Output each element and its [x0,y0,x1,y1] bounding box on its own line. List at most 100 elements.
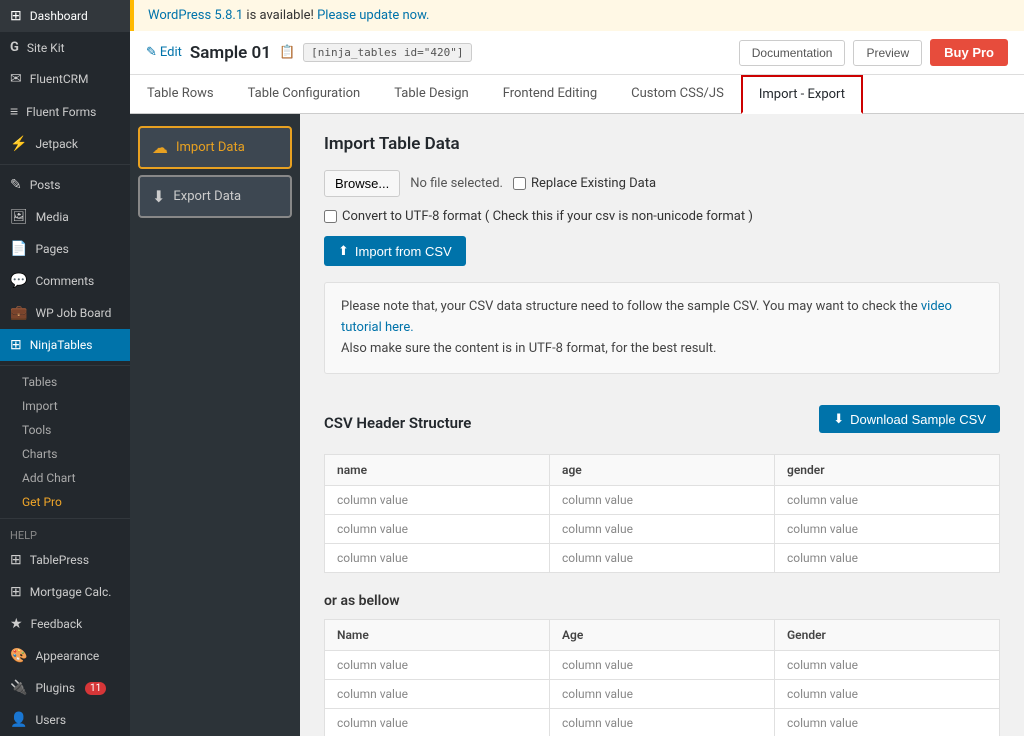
import-from-csv-button[interactable]: ⬆ Import from CSV [324,236,466,266]
tab-table-design[interactable]: Table Design [377,75,485,114]
import-cloud-icon: ☁ [152,138,168,157]
sidebar-item-posts[interactable]: ✎ Posts [0,169,130,201]
sidebar-item-media[interactable]: 🖼 Media [0,201,130,233]
download-sample-csv-button[interactable]: ⬇ Download Sample CSV [819,405,1000,433]
dashboard-icon: ⊞ [10,8,22,24]
sidebar-item-tablepress[interactable]: ⊞ TablePress [0,544,130,576]
import-data-button[interactable]: ☁ Import Data [138,126,292,169]
side-panel: ☁ Import Data ⬇ Export Data [130,114,300,736]
sidebar-item-plugins[interactable]: 🔌 Plugins 11 [0,672,130,704]
edit-pencil-icon: ✎ [146,45,157,60]
documentation-button[interactable]: Documentation [739,40,846,66]
sidebar-item-sitekit[interactable]: G Site Kit [0,32,130,63]
edit-link[interactable]: ✎ Edit [146,45,182,60]
wordpress-version-link[interactable]: WordPress 5.8.1 [148,8,243,23]
sidebar-item-ninjatables[interactable]: ⊞ NinjaTables [0,329,130,361]
sidebar-sub-tables[interactable]: Tables [0,370,130,394]
copy-icon: 📋 [279,45,295,60]
preview-button[interactable]: Preview [853,40,922,66]
sidebar-item-jetpack[interactable]: ⚡ Jetpack [0,128,130,160]
appearance-icon: 🎨 [10,648,27,664]
posts-icon: ✎ [10,177,22,193]
users-icon: 👤 [10,712,27,728]
sidebar-item-fluentcrm[interactable]: ✉ FluentCRM [0,63,130,95]
sitekit-icon: G [10,40,19,55]
replace-existing-checkbox[interactable] [513,177,526,190]
table-cell: column value [550,680,775,709]
table-cell: column value [550,709,775,736]
sidebar-sub-import[interactable]: Import [0,394,130,418]
tab-custom-css-js[interactable]: Custom CSS/JS [614,75,741,114]
or-as-bellow-label: or as bellow [324,593,1000,609]
top-bar: ✎ Edit Sample 01 📋 [ninja_tables id="420… [130,31,1024,75]
table1-header-name: name [325,455,550,486]
sidebar-item-appearance[interactable]: 🎨 Appearance [0,640,130,672]
sidebar: ⊞ Dashboard G Site Kit ✉ FluentCRM ≡ Flu… [0,0,130,736]
csv-table-1: name age gender column valuecolumn value… [324,454,1000,573]
sidebar-item-pages[interactable]: 📄 Pages [0,233,130,265]
sidebar-sub-addchart[interactable]: Add Chart [0,466,130,490]
table-cell: column value [325,544,550,573]
table-cell: column value [775,486,1000,515]
main-content: WordPress 5.8.1 is available! Please upd… [130,0,1024,736]
upload-icon: ⬆ [338,243,349,259]
replace-existing-label[interactable]: Replace Existing Data [513,176,656,191]
plugins-badge: 11 [85,682,106,695]
table2-header-gender: Gender [775,620,1000,651]
sidebar-item-users[interactable]: 👤 Users [0,704,130,736]
table2-header-age: Age [550,620,775,651]
table-cell: column value [325,709,550,736]
csv-header-title: CSV Header Structure [324,414,471,432]
tab-frontend-editing[interactable]: Frontend Editing [486,75,614,114]
sidebar-item-dashboard[interactable]: ⊞ Dashboard [0,0,130,32]
sidebar-item-wpjobboard[interactable]: 💼 WP Job Board [0,297,130,329]
table-cell: column value [775,680,1000,709]
table1-header-age: age [550,455,775,486]
table-row: column valuecolumn valuecolumn value [325,709,1000,736]
plugins-icon: 🔌 [10,680,27,696]
wpjobboard-icon: 💼 [10,305,27,321]
csv-table-2: Name Age Gender column valuecolumn value… [324,619,1000,736]
tabs-bar: Table Rows Table Configuration Table Des… [130,75,1024,114]
table1-header-gender: gender [775,455,1000,486]
sidebar-item-feedback[interactable]: ★ Feedback [0,608,130,640]
browse-button[interactable]: Browse... [324,170,400,197]
ninjatables-icon: ⊞ [10,337,22,353]
tab-import-export[interactable]: Import - Export [741,75,863,114]
table-cell: column value [550,544,775,573]
main-panel: Import Table Data Browse... No file sele… [300,114,1024,736]
buy-pro-button[interactable]: Buy Pro [930,39,1008,66]
sidebar-sub-charts[interactable]: Charts [0,442,130,466]
export-data-button[interactable]: ⬇ Export Data [138,175,292,218]
sidebar-item-comments[interactable]: 💬 Comments [0,265,130,297]
table-row: column valuecolumn valuecolumn value [325,680,1000,709]
help-label: Help [0,523,130,544]
top-bar-right: Documentation Preview Buy Pro [739,39,1008,66]
sidebar-sub-tools[interactable]: Tools [0,418,130,442]
sidebar-item-fluentforms[interactable]: ≡ Fluent Forms [0,95,130,128]
convert-utf8-row: Convert to UTF-8 format ( Check this if … [324,209,1000,224]
table-cell: column value [325,486,550,515]
shortcode-badge: [ninja_tables id="420"] [303,43,471,62]
table-cell: column value [550,486,775,515]
media-icon: 🖼 [10,209,28,225]
table-cell: column value [550,651,775,680]
update-now-link[interactable]: Please update now. [317,8,429,23]
tab-table-rows[interactable]: Table Rows [130,75,231,114]
sidebar-sub-getpro[interactable]: Get Pro [0,490,130,514]
tablepress-icon: ⊞ [10,552,22,568]
tab-table-config[interactable]: Table Configuration [231,75,378,114]
mortgage-icon: ⊞ [10,584,22,600]
download-icon: ⬇ [833,411,844,427]
table-cell: column value [775,544,1000,573]
fluentcrm-icon: ✉ [10,71,22,87]
table-row: column valuecolumn valuecolumn value [325,486,1000,515]
import-controls: Browse... No file selected. Replace Exis… [324,170,1000,197]
sidebar-item-mortgage[interactable]: ⊞ Mortgage Calc. [0,576,130,608]
convert-utf8-checkbox[interactable] [324,210,337,223]
no-file-label: No file selected. [410,176,503,191]
table-cell: column value [775,709,1000,736]
notice-available-text: is available! [246,8,317,23]
fluentforms-icon: ≡ [10,103,18,120]
table-cell: column value [775,515,1000,544]
